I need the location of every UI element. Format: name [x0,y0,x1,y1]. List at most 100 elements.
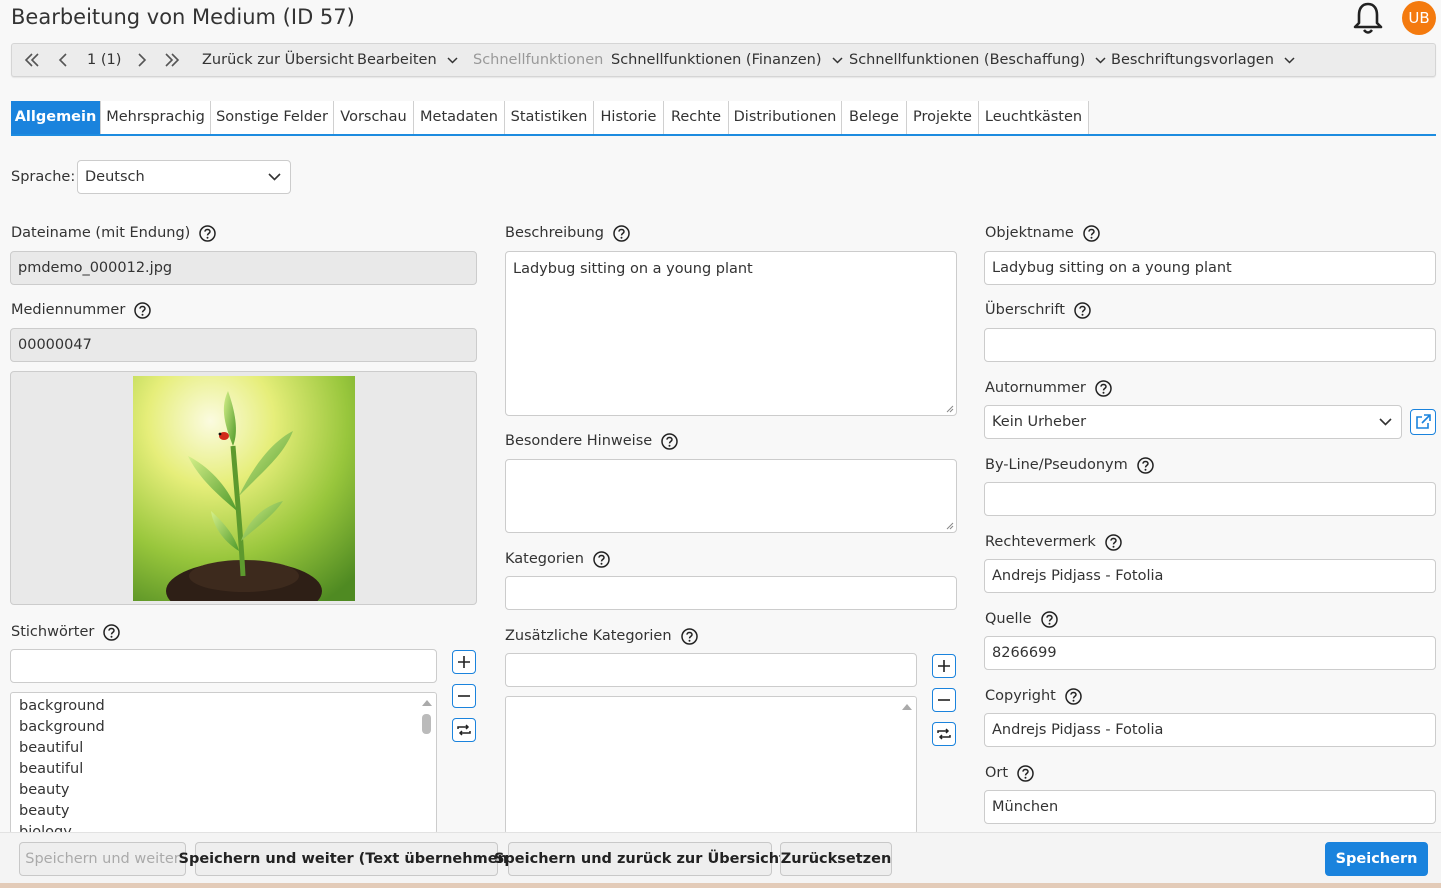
bell-icon[interactable] [1350,0,1386,36]
help-icon[interactable] [613,224,630,242]
list-item[interactable]: background [11,696,436,717]
help-icon[interactable] [1136,456,1154,474]
keywords-input[interactable] [10,649,437,683]
tab-metadaten[interactable]: Metadaten [414,101,505,134]
quick-procurement-label: Schnellfunktionen (Beschaffung) [849,52,1086,68]
help-icon[interactable] [103,623,121,641]
first-page-icon[interactable] [24,52,40,68]
source-label: Quelle [985,609,1058,629]
medianumber-label-text: Mediennummer [11,302,126,318]
objectname-field[interactable]: Ladybug sitting on a young plant [984,251,1436,285]
list-item[interactable]: beauty [11,780,436,801]
tab-distributionen[interactable]: Distributionen [729,101,842,134]
filename-field: pmdemo_000012.jpg [10,251,477,285]
keywords-label-text: Stichwörter [11,624,95,640]
next-page-icon[interactable] [133,52,149,68]
language-select[interactable]: Deutsch [77,160,291,194]
list-item[interactable]: beautiful [11,759,436,780]
footer-divider [0,883,1441,888]
rights-field[interactable]: Andrejs Pidjass - Fotolia [984,559,1436,593]
page-title: Bearbeitung von Medium (ID 57) [11,5,355,29]
rights-label: Rechtevermerk [985,532,1122,552]
location-label-text: Ort [985,765,1009,781]
tab-sonstige-felder[interactable]: Sonstige Felder [211,101,334,134]
list-item[interactable]: beautiful [11,738,436,759]
headline-field[interactable] [984,328,1436,362]
replace-category-button[interactable] [932,722,956,746]
resize-grip-icon[interactable] [946,522,954,530]
scroll-up-icon[interactable] [422,699,432,706]
help-icon[interactable] [1104,533,1122,551]
extra-categories-label-text: Zusätzliche Kategorien [505,628,672,644]
medianumber-label: Mediennummer [11,300,152,320]
edit-menu[interactable]: Bearbeiten [357,44,458,76]
replace-keyword-button[interactable] [452,718,476,742]
help-icon[interactable] [661,432,678,450]
remove-keyword-button[interactable] [452,684,476,708]
open-author-button[interactable] [1410,409,1436,435]
list-item[interactable]: background [11,717,436,738]
tab-belege[interactable]: Belege [842,101,907,134]
language-label: Sprache: [11,169,76,185]
help-icon[interactable] [199,224,217,242]
save-button[interactable]: Speichern [1325,842,1428,876]
label-templates-menu[interactable]: Beschriftungsvorlagen [1111,44,1295,76]
reset-button[interactable]: Zurücksetzen [780,842,892,876]
tab-rechte[interactable]: Rechte [664,101,729,134]
scroll-up-icon[interactable] [902,703,912,710]
filename-label: Dateiname (mit Endung) [11,223,217,243]
last-page-icon[interactable] [164,52,180,68]
extra-categories-list[interactable] [505,696,917,834]
quick-finance-menu[interactable]: Schnellfunktionen (Finanzen) [611,44,843,76]
user-avatar[interactable]: UB [1402,1,1436,35]
tab-projekte[interactable]: Projekte [907,101,979,134]
categories-field[interactable] [505,576,957,610]
save-next-button[interactable]: Speichern und weiter [19,842,186,876]
help-icon[interactable] [1074,301,1091,319]
notes-label-text: Besondere Hinweise [505,433,653,449]
tab-vorschau[interactable]: Vorschau [334,101,414,134]
extra-categories-label: Zusätzliche Kategorien [505,626,698,646]
help-icon[interactable] [680,627,698,645]
help-icon[interactable] [1017,764,1034,782]
remove-category-button[interactable] [932,688,956,712]
copyright-field[interactable]: Andrejs Pidjass - Fotolia [984,713,1436,747]
scrollbar-thumb[interactable] [422,714,431,734]
resize-grip-icon[interactable] [946,405,954,413]
help-icon[interactable] [1083,224,1100,242]
author-select[interactable]: Kein Urheber [984,405,1402,439]
save-next-text-button[interactable]: Speichern und weiter (Text übernehmen) [179,842,514,876]
medianumber-field: 00000047 [10,328,477,362]
media-preview-image[interactable] [133,376,355,601]
tab-mehrsprachig[interactable]: Mehrsprachig [101,101,211,134]
help-icon[interactable] [134,301,152,319]
quick-procurement-menu[interactable]: Schnellfunktionen (Beschaffung) [849,44,1106,76]
byline-field[interactable] [984,482,1436,516]
extra-categories-input[interactable] [505,653,917,687]
page-indicator: 1 (1) [87,52,122,68]
byline-label: By-Line/Pseudonym [985,455,1154,475]
help-icon[interactable] [593,550,610,568]
keywords-list[interactable]: background background beautiful beautiful be… [10,692,437,834]
help-icon[interactable] [1095,379,1112,397]
tab-statistiken[interactable]: Statistiken [505,101,594,134]
list-item[interactable]: beauty [11,801,436,822]
tab-historie[interactable]: Historie [594,101,664,134]
help-icon[interactable] [1065,687,1082,705]
location-field[interactable]: München [984,790,1436,824]
source-field[interactable]: 8266699 [984,636,1436,670]
chevron-down-icon [832,56,843,64]
chevron-down-icon [268,173,281,181]
add-keyword-button[interactable] [452,650,476,674]
tab-leuchtkaesten[interactable]: Leuchtkästen [979,101,1089,134]
previous-page-icon[interactable] [56,52,72,68]
chevron-down-icon [1095,56,1106,64]
back-to-overview-button[interactable]: Zurück zur Übersicht [202,44,354,76]
notes-textarea[interactable] [505,459,957,533]
add-category-button[interactable] [932,654,956,678]
save-back-button[interactable]: Speichern und zurück zur Übersicht [494,842,786,876]
help-icon[interactable] [1040,610,1058,628]
toolbar: 1 (1) Zurück zur Übersicht Bearbeiten Sc… [11,43,1436,77]
description-textarea[interactable]: Ladybug sitting on a young plant [505,251,957,416]
tab-allgemein[interactable]: Allgemein [11,101,101,134]
